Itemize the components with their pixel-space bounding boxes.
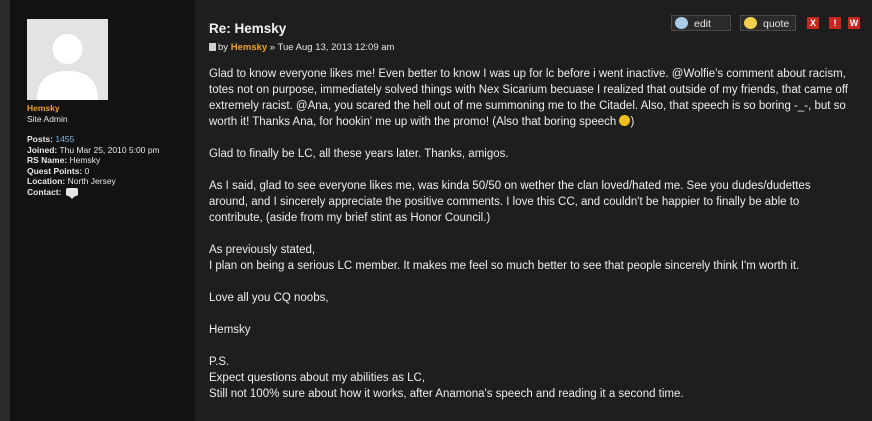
profile-contact-row: Contact: bbox=[27, 186, 160, 200]
post-author-link[interactable]: Hemsky bbox=[231, 42, 267, 53]
post-paragraph: P.S. bbox=[209, 356, 230, 368]
profile-username[interactable]: Hemsky bbox=[27, 103, 60, 113]
posts-count-link[interactable]: 1455 bbox=[55, 134, 74, 144]
post-body: Re: Hemsky by Hemsky » Tue Aug 13, 2013 … bbox=[198, 0, 872, 421]
profile-joined-row: Joined: Thu Mar 25, 2010 5:00 pm bbox=[27, 145, 160, 156]
info-button[interactable]: W bbox=[848, 17, 860, 29]
post-paragraph: Glad to know everyone likes me! Even bet… bbox=[209, 66, 849, 130]
quote-button[interactable]: quote bbox=[740, 15, 796, 31]
author-profile-panel: Hemsky Site Admin Posts: 1455 Joined: Th… bbox=[10, 0, 195, 421]
questpoints-label: Quest Points: bbox=[27, 165, 83, 176]
post-paragraph: Love all you CQ noobs, bbox=[209, 292, 329, 304]
profile-rsname-row: RS Name: Hemsky bbox=[27, 155, 160, 166]
post-paragraph: Expect questions about my abilities as L… bbox=[209, 372, 426, 384]
rsname-value: Hemsky bbox=[69, 155, 101, 165]
default-avatar-icon[interactable] bbox=[27, 19, 108, 100]
post-frame: Hemsky Site Admin Posts: 1455 Joined: Th… bbox=[10, 0, 872, 421]
post-paragraph-text: Glad to know everyone likes me! Even bet… bbox=[209, 68, 849, 128]
post-paragraph: Hemsky bbox=[209, 324, 251, 336]
byline-prefix: by bbox=[218, 42, 229, 53]
edit-label: edit bbox=[694, 18, 711, 30]
post-paragraph: Still not 100% sure about how it works, … bbox=[209, 388, 684, 400]
report-button[interactable]: X bbox=[807, 17, 819, 29]
posts-label: Posts: bbox=[27, 134, 53, 144]
warn-button[interactable]: ! bbox=[829, 17, 841, 29]
profile-rank: Site Admin bbox=[27, 114, 68, 124]
joined-value: Thu Mar 25, 2010 5:00 pm bbox=[59, 144, 160, 155]
profile-posts-row: Posts: 1455 bbox=[27, 134, 160, 145]
joined-label: Joined: bbox=[27, 144, 58, 155]
post-timestamp: Tue Aug 13, 2013 12:09 am bbox=[277, 42, 395, 53]
location-label: Location: bbox=[27, 176, 66, 186]
profile-details: Posts: 1455 Joined: Thu Mar 25, 2010 5:0… bbox=[27, 134, 160, 200]
location-value: North Jersey bbox=[67, 176, 116, 186]
post-title[interactable]: Re: Hemsky bbox=[209, 21, 286, 36]
speech-bubble-icon[interactable] bbox=[65, 188, 78, 200]
rsname-label: RS Name: bbox=[27, 155, 68, 165]
quote-icon bbox=[744, 17, 757, 29]
tongue-emoji-icon bbox=[619, 115, 631, 126]
questpoints-value: 0 bbox=[84, 165, 90, 176]
post-paragraph: I plan on being a serious LC member. It … bbox=[209, 260, 800, 272]
profile-location-row: Location: North Jersey bbox=[27, 176, 160, 187]
post-paragraph: Glad to finally be LC, all these years l… bbox=[209, 148, 509, 160]
profile-questpoints-row: Quest Points: 0 bbox=[27, 166, 160, 177]
byline-separator: » bbox=[269, 42, 276, 53]
quote-label: quote bbox=[763, 18, 790, 30]
post-paragraph: As previously stated, bbox=[209, 244, 316, 256]
post-content: Glad to know everyone likes me! Even bet… bbox=[209, 66, 849, 402]
post-byline: by Hemsky » Tue Aug 13, 2013 12:09 am bbox=[209, 42, 394, 53]
post-paragraph: As I said, glad to see everyone likes me… bbox=[209, 180, 811, 224]
edit-button[interactable]: edit bbox=[671, 15, 731, 31]
edit-icon bbox=[675, 17, 688, 29]
post-icon[interactable] bbox=[209, 43, 216, 51]
paragraph-tail: ) bbox=[630, 116, 635, 128]
contact-label: Contact: bbox=[27, 186, 62, 197]
